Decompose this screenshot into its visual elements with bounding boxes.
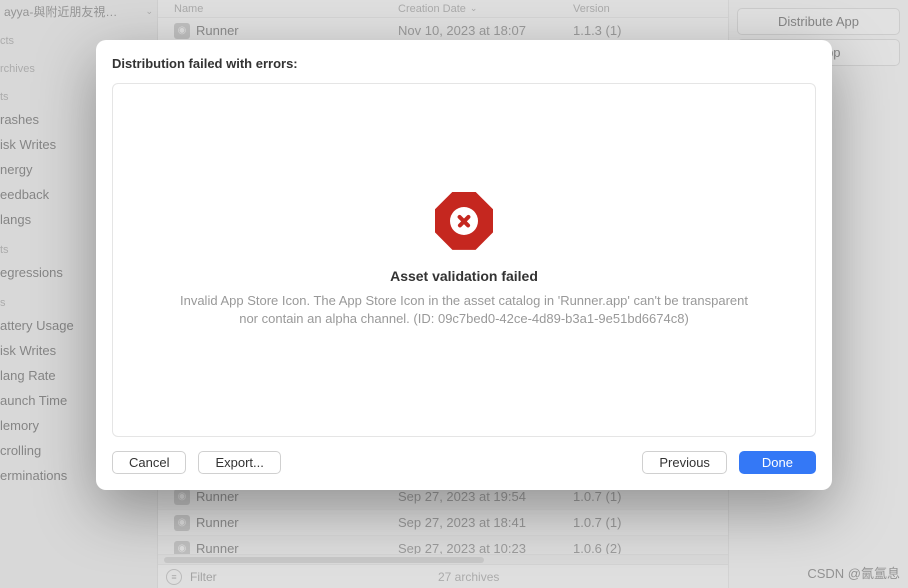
- watermark: CSDN @氤氲息: [807, 563, 900, 582]
- done-button[interactable]: Done: [739, 451, 816, 474]
- error-title: Asset validation failed: [390, 268, 538, 284]
- distribution-error-dialog: Distribution failed with errors: Asset v…: [96, 40, 832, 490]
- error-message: Invalid App Store Icon. The App Store Ic…: [173, 292, 755, 328]
- dialog-title: Distribution failed with errors:: [112, 56, 816, 71]
- cancel-button[interactable]: Cancel: [112, 451, 186, 474]
- dialog-buttons: Cancel Export... Previous Done: [112, 451, 816, 474]
- error-octagon-icon: [435, 192, 493, 250]
- dialog-body: Asset validation failed Invalid App Stor…: [112, 83, 816, 437]
- previous-button[interactable]: Previous: [642, 451, 727, 474]
- export-button[interactable]: Export...: [198, 451, 280, 474]
- error-x-icon: [450, 207, 478, 235]
